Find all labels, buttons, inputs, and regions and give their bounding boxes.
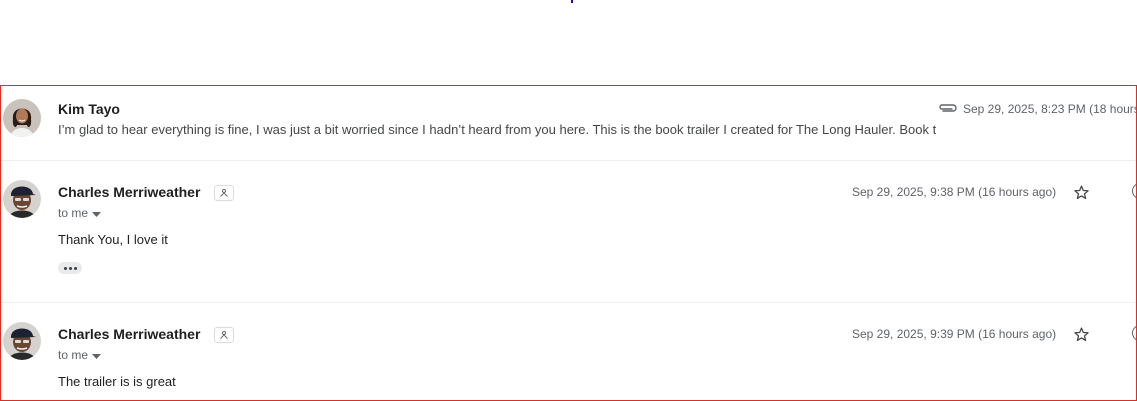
sender-name: Charles Merriweather (58, 184, 201, 200)
recipient-details-toggle[interactable]: to me (58, 206, 102, 220)
sender-avatar[interactable] (3, 322, 41, 360)
message-expanded: Charles Merriweather to me Sep 29, 2025,… (1, 302, 1136, 400)
sender-details-icon[interactable] (214, 327, 234, 343)
sender-avatar[interactable] (3, 99, 41, 137)
chevron-down-icon (92, 206, 102, 220)
message-snippet: I’m glad to hear everything is fine, I w… (58, 122, 936, 137)
sender-avatar[interactable] (3, 180, 41, 218)
star-icon[interactable] (1073, 326, 1090, 348)
recipient-label: to me (58, 348, 89, 362)
attachment-icon (938, 101, 958, 119)
message-date: Sep 29, 2025, 8:23 PM (18 hours (963, 102, 1137, 116)
reaction-icon[interactable] (1132, 183, 1136, 199)
message-expanded: Charles Merriweather to me Sep 29, 2025,… (1, 160, 1136, 302)
message-body: Thank You, I love it (58, 232, 168, 247)
sender-name: Charles Merriweather (58, 326, 201, 342)
sender-details-icon[interactable] (214, 185, 234, 201)
recipient-details-toggle[interactable]: to me (58, 348, 102, 362)
sender-name: Kim Tayo (58, 101, 120, 117)
message-date: Sep 29, 2025, 9:38 PM (16 hours ago) (852, 185, 1057, 199)
star-icon[interactable] (1073, 184, 1090, 206)
recipient-label: to me (58, 206, 89, 220)
message-date: Sep 29, 2025, 9:39 PM (16 hours ago) (852, 327, 1057, 341)
link-fragment (571, 0, 573, 3)
chevron-down-icon (92, 348, 102, 362)
show-trimmed-content-button[interactable] (58, 262, 82, 274)
dot-icon (73, 266, 77, 270)
dot-icon (68, 266, 72, 270)
message-collapsed[interactable]: Kim Tayo I’m glad to hear everything is … (1, 86, 1136, 159)
reaction-icon[interactable] (1132, 325, 1136, 341)
email-thread: Kim Tayo I’m glad to hear everything is … (0, 85, 1137, 401)
dot-icon (63, 266, 67, 270)
message-body: The trailer is is great (58, 374, 176, 389)
